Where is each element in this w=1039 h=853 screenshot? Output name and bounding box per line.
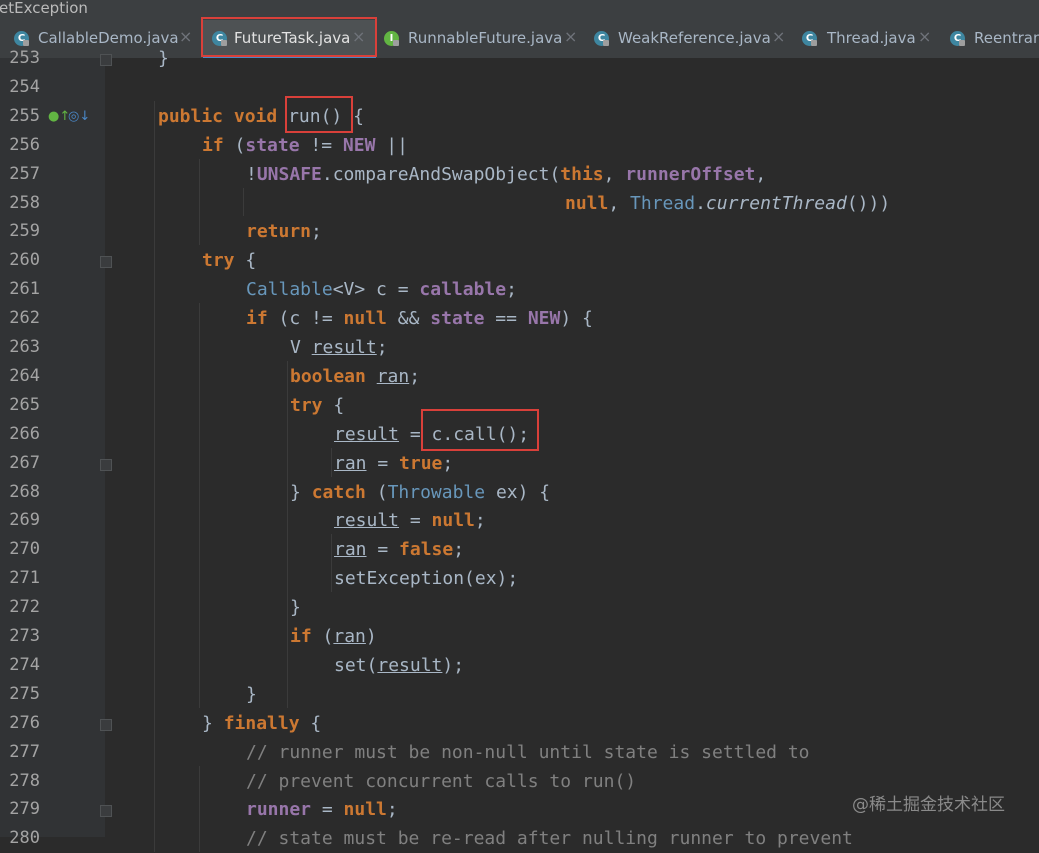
code-line: 268 } catch (Throwable ex) { [0,478,1039,507]
code-text[interactable]: null, Thread.currentThread())) [565,189,890,218]
code-text[interactable]: } catch (Throwable ex) { [290,478,550,507]
highlight-box-tab [201,17,377,57]
line-number: 255 [9,105,40,126]
code-text[interactable]: setException(ex); [334,564,518,593]
code-text[interactable]: // state must be re-read after nulling r… [246,824,853,853]
code-text[interactable]: } [158,44,169,73]
code-line: 274 set(result); [0,651,1039,680]
indent-guide [199,158,200,246]
code-text[interactable]: ran = false; [334,535,464,564]
indent-guide [243,187,244,217]
line-number: 254 [9,76,40,97]
line-number: 256 [9,134,40,155]
line-number: 274 [9,654,40,675]
code-text[interactable]: // prevent concurrent calls to run() [246,767,636,796]
breadcrumb: etException [0,0,88,17]
code-line: 275} [0,680,1039,709]
code-text[interactable]: try { [290,391,344,420]
line-number: 267 [9,452,40,473]
code-line: 254 [0,73,1039,102]
code-line: 255 public void run() { [0,102,1039,131]
code-line: 256 if (state != NEW || [0,131,1039,160]
indent-guide [287,361,288,708]
line-number: 260 [9,250,40,271]
indent-guide [331,447,332,477]
code-line: 262 if (c != null && state == NEW) { [0,304,1039,333]
watermark: @稀土掘金技术社区 [852,795,1005,815]
code-line: 260 try { [0,246,1039,275]
code-text[interactable]: // runner must be non-null until state i… [246,738,810,767]
line-number: 262 [9,308,40,329]
code-text[interactable]: if (state != NEW || [202,131,408,160]
indent-guide [331,534,332,593]
code-line: 276 } finally { [0,709,1039,738]
line-number: 253 [9,48,40,68]
line-number: 279 [9,799,40,820]
code-text[interactable]: runner = null; [246,795,398,824]
line-number: 270 [9,539,40,560]
code-text[interactable]: } [290,593,301,622]
line-number: 257 [9,163,40,184]
code-line: 264 boolean ran; [0,362,1039,391]
overrides-marker-icon[interactable]: ◎↓ [68,109,90,124]
code-text[interactable]: return; [246,217,322,246]
fold-marker-icon[interactable] [100,256,112,269]
code-line: 253} [0,44,1039,73]
code-text[interactable]: } finally { [202,709,321,738]
code-text[interactable]: V result; [290,333,388,362]
code-line: 269 result = null; [0,506,1039,535]
line-number: 261 [9,279,40,300]
code-text[interactable]: !UNSAFE.compareAndSwapObject(this, runne… [246,160,766,189]
code-text[interactable]: result = null; [334,506,486,535]
title-bar: etException [0,0,1039,20]
fold-marker-icon[interactable] [100,458,112,471]
line-number: 266 [9,423,40,444]
line-number: 264 [9,365,40,386]
code-text[interactable]: ran = true; [334,449,453,478]
indent-guide [154,100,155,853]
line-number: 278 [9,770,40,791]
code-line: 272} [0,593,1039,622]
fold-marker-icon[interactable] [100,718,112,731]
code-line: 259 return; [0,217,1039,246]
line-number: 263 [9,337,40,357]
code-line: 270 ran = false; [0,535,1039,564]
code-text[interactable]: if (c != null && state == NEW) { [246,304,593,333]
code-text[interactable]: if (ran) [290,622,377,651]
fold-marker-icon[interactable] [100,54,112,66]
highlight-box-call [421,409,539,451]
code-line: 273 if (ran) [0,622,1039,651]
line-number: 276 [9,712,40,733]
line-number: 273 [9,626,40,646]
code-text[interactable]: Callable<V> c = callable; [246,275,517,304]
line-number: 271 [9,568,40,589]
code-line: 257 !UNSAFE.compareAndSwapObject(this, ru… [0,160,1039,189]
indent-guide [199,765,200,853]
code-text[interactable]: set(result); [334,651,464,680]
code-line: 277 // runner must be non-null until stat… [0,738,1039,767]
line-number: 265 [9,394,40,415]
code-line: 263 V result; [0,333,1039,362]
code-line: 258 null, Thread.currentThread())) [0,189,1039,218]
fold-marker-icon[interactable] [100,805,112,818]
line-number: 280 [9,828,40,849]
line-number: 258 [9,192,40,213]
line-number: 272 [9,597,40,618]
code-line: 261 Callable<V> c = callable; [0,275,1039,304]
code-line: 271 setException(ex); [0,564,1039,593]
implements-marker-icon[interactable]: ●↑ [48,109,70,124]
line-number: 259 [9,221,40,242]
line-number: 268 [9,481,40,502]
code-text[interactable]: } [246,680,257,709]
highlight-box-run [285,96,353,133]
line-number: 277 [9,741,40,762]
indent-guide [199,303,200,708]
line-number: 269 [9,510,40,531]
code-text[interactable]: boolean ran; [290,362,420,391]
line-number: 275 [9,683,40,704]
code-line: 267 ran = true; [0,449,1039,478]
code-text[interactable]: try { [202,246,256,275]
code-line: 280 // state must be re-read after nullin… [0,824,1039,853]
